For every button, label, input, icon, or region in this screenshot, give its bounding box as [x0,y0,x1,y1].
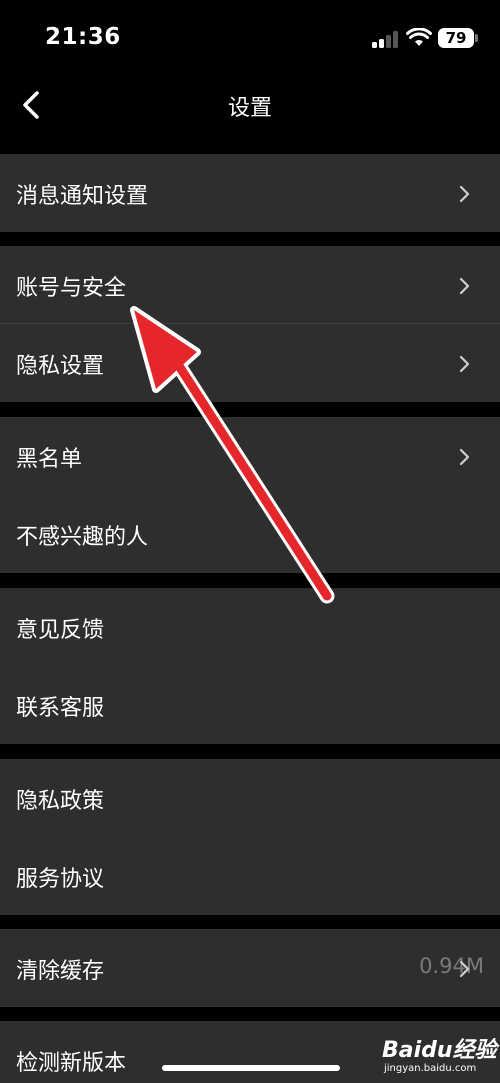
settings-item-clear-cache[interactable]: 清除缓存 0.94M [0,929,500,1007]
page-title: 设置 [227,96,272,121]
settings-item-label: 不感兴趣的人 [16,525,149,550]
settings-group-notifications: 消息通知设置 [0,154,500,232]
battery-indicator: 79 [438,28,474,48]
settings-group-blocklist: 黑名单 不感兴趣的人 [0,417,500,573]
settings-item-privacy-settings[interactable]: 隐私设置 [0,324,500,402]
settings-item-service-agreement[interactable]: 服务协议 [0,837,500,915]
settings-item-label: 意见反馈 [16,618,105,643]
settings-item-label: 隐私设置 [16,354,105,379]
settings-item-label: 联系客服 [16,696,105,721]
chevron-right-icon [459,185,470,203]
chevron-right-icon [459,448,470,466]
settings-item-blacklist[interactable]: 黑名单 [0,417,500,495]
settings-group-account: 账号与安全 隐私设置 [0,246,500,402]
settings-item-feedback[interactable]: 意见反馈 [0,588,500,666]
battery-tip [475,34,478,42]
settings-item-label: 隐私政策 [16,789,105,814]
chevron-right-icon [459,355,470,373]
chevron-right-icon [459,277,470,295]
status-time: 21:36 [45,24,121,50]
cellular-signal-icon [372,30,402,48]
status-bar: 21:36 79 [0,0,500,80]
settings-item-label: 账号与安全 [16,276,127,301]
settings-item-label: 黑名单 [16,447,83,472]
chevron-right-icon [459,960,470,978]
cache-size-value: 0.94M [419,954,484,978]
watermark-brand: Baidu经验 [382,1038,497,1063]
settings-group-support: 意见反馈 联系客服 [0,588,500,744]
settings-item-not-interested[interactable]: 不感兴趣的人 [0,495,500,573]
settings-item-label: 检测新版本 [16,1051,127,1076]
settings-item-notifications[interactable]: 消息通知设置 [0,154,500,232]
settings-group-cache: 清除缓存 0.94M [0,929,500,1007]
watermark-logo: Baidu经验 jingyan.baidu.com [382,1030,497,1080]
nav-bar: 设置 [0,80,500,154]
settings-item-contact-support[interactable]: 联系客服 [0,666,500,744]
watermark-url: jingyan.baidu.com [384,1063,477,1074]
settings-item-privacy-policy[interactable]: 隐私政策 [0,759,500,837]
home-indicator [162,1065,340,1071]
settings-item-label: 服务协议 [16,867,105,892]
settings-group-legal: 隐私政策 服务协议 [0,759,500,915]
settings-item-label: 消息通知设置 [16,184,149,209]
settings-item-label: 清除缓存 [16,959,105,984]
settings-item-account-security[interactable]: 账号与安全 [0,246,500,324]
wifi-icon [406,28,432,46]
